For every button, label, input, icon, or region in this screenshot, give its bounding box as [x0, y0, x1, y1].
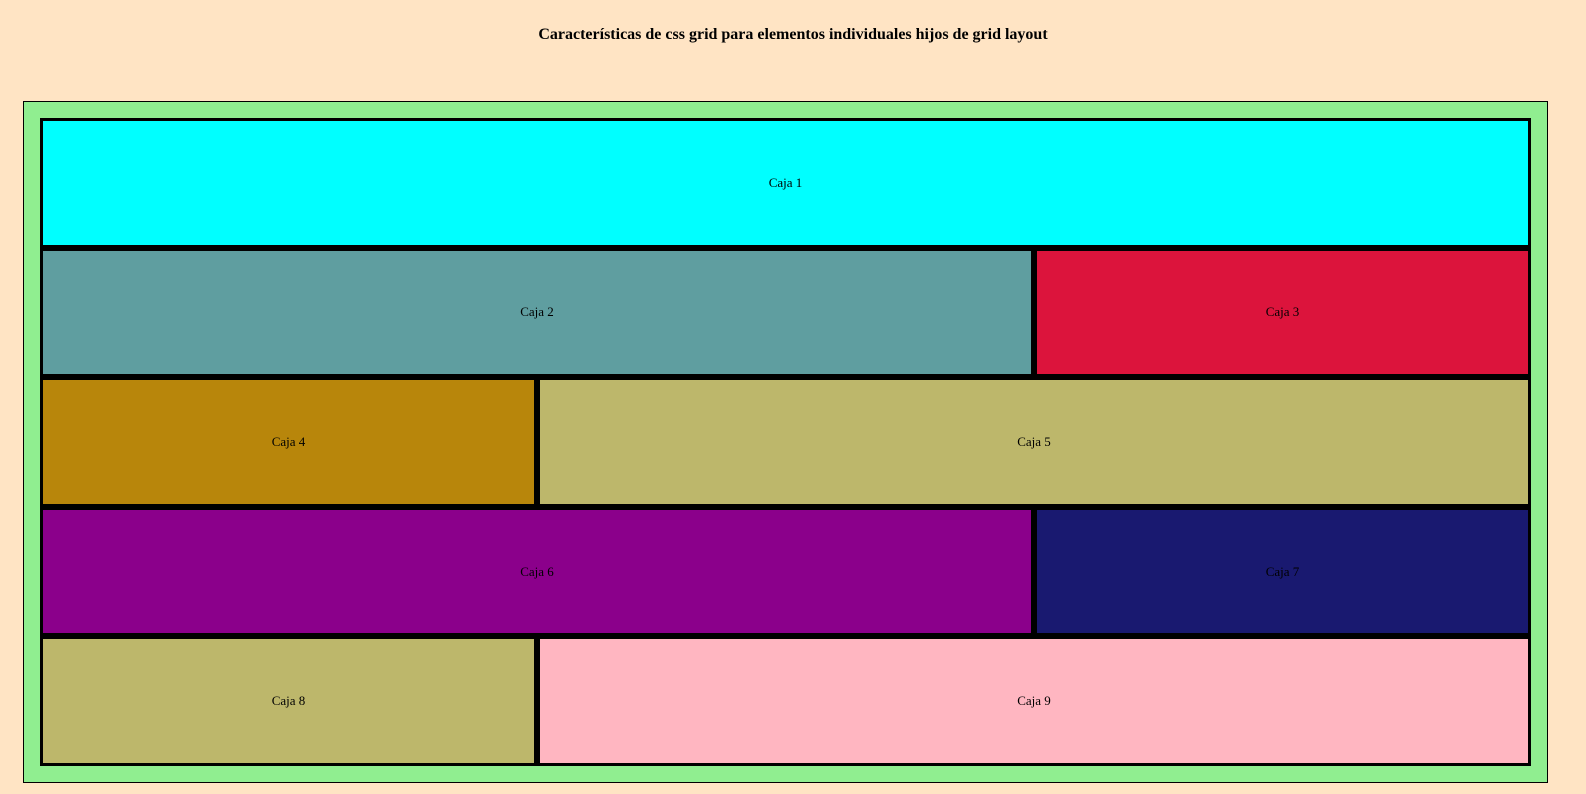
box-7: Caja 7	[1034, 506, 1531, 637]
box-label: Caja 3	[1265, 304, 1300, 320]
box-2: Caja 2	[40, 247, 1034, 378]
box-9: Caja 9	[537, 636, 1531, 766]
box-1: Caja 1	[40, 118, 1531, 248]
box-3: Caja 3	[1034, 247, 1531, 378]
box-label: Caja 1	[768, 174, 803, 190]
box-5: Caja 5	[537, 377, 1531, 507]
grid-container: Caja 1 Caja 2 Caja 3 Caja 4 Caja 5 Caja …	[23, 101, 1548, 783]
box-label: Caja 7	[1265, 563, 1300, 579]
box-label: Caja 2	[520, 304, 554, 320]
box-6: Caja 6	[40, 506, 1034, 637]
box-label: Caja 9	[1017, 693, 1051, 709]
grid-layout: Caja 1 Caja 2 Caja 3 Caja 4 Caja 5 Caja …	[40, 118, 1531, 766]
box-label: Caja 8	[271, 693, 306, 709]
box-8: Caja 8	[40, 636, 537, 766]
box-4: Caja 4	[40, 377, 537, 507]
box-label: Caja 5	[1017, 433, 1051, 449]
box-label: Caja 4	[271, 433, 306, 449]
page-title: Características de css grid para element…	[538, 26, 1048, 43]
box-label: Caja 6	[520, 563, 554, 579]
